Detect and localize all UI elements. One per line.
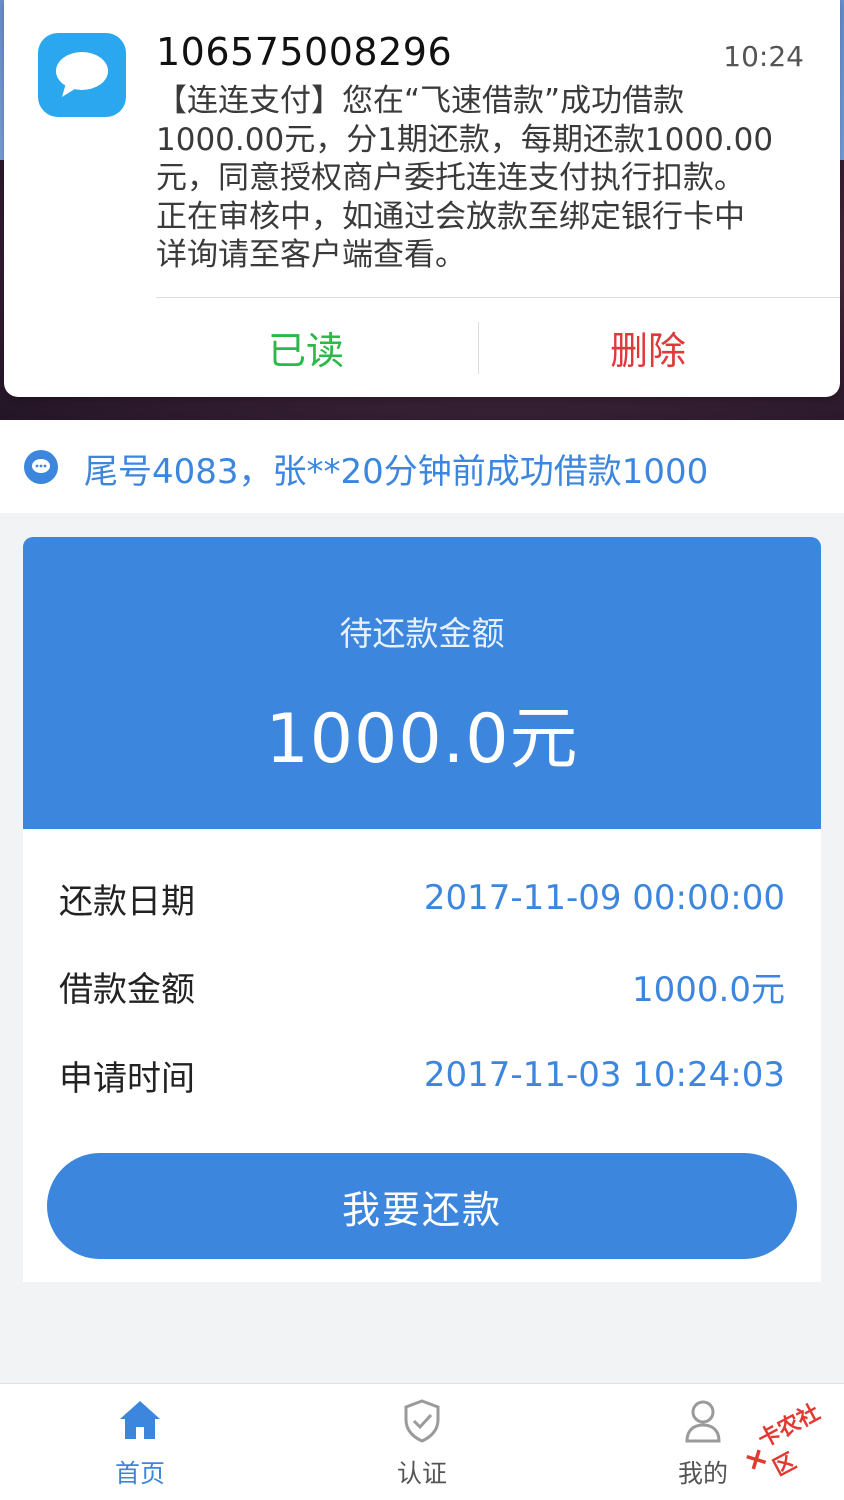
loan-amount-row: 借款金额 1000.0元 [59,961,785,1011]
mark-read-button[interactable]: 已读 [268,320,344,375]
apply-time-row: 申请时间 2017-11-03 10:24:03 [59,1050,785,1100]
sms-body: 【连连支付】您在“飞速借款”成功借款 1000.00元，分1期还款，每期还款10… [156,82,816,275]
row-value: 2017-11-03 10:24:03 [423,1055,785,1095]
sms-body-line: 1000.00元，分1期还款，每期还款1000.00 [156,121,774,158]
repay-button[interactable]: 我要还款 [47,1153,797,1259]
loan-notice-bar: 尾号4083，张**20分钟前成功借款1000 [0,420,844,513]
row-label: 还款日期 [59,881,195,922]
bottom-tab-bar: 首页 认证 我的 [0,1383,844,1500]
divider [478,322,479,374]
due-summary: 待还款金额 1000.0元 [23,537,821,829]
row-label: 借款金额 [59,969,195,1010]
tab-label: 首页 [114,1459,165,1488]
shield-check-icon [404,1399,440,1443]
user-icon [685,1400,721,1443]
tab-label: 认证 [396,1459,447,1488]
message-app-icon [38,33,126,117]
chat-bubble-icon [24,450,58,484]
notice-text: 尾号4083，张**20分钟前成功借款1000 [84,452,709,492]
due-amount-value: 1000.0元 [265,700,579,779]
repay-date-row: 还款日期 2017-11-09 00:00:00 [59,873,785,923]
tab-home[interactable]: 首页 [50,1384,230,1500]
row-value: 1000.0元 [632,969,785,1010]
tab-verify[interactable]: 认证 [332,1384,512,1500]
delete-button[interactable]: 删除 [610,320,686,375]
sms-body-line: 正在审核中，如通过会放款至绑定银行卡中 [156,198,745,235]
divider [156,297,840,298]
sms-time: 10:24 [723,40,804,73]
app-screen: 106575008296 10:24 【连连支付】您在“飞速借款”成功借款 10… [0,0,844,1500]
repayment-card: 待还款金额 1000.0元 还款日期 2017-11-09 00:00:00 借… [23,537,821,1282]
sms-sender: 106575008296 [156,30,453,74]
sms-body-line: 元，同意授权商户委托连连支付执行扣款。 [156,160,745,196]
home-icon [120,1401,160,1439]
sms-notification[interactable]: 106575008296 10:24 【连连支付】您在“飞速借款”成功借款 10… [4,0,840,397]
row-label: 申请时间 [59,1058,195,1099]
sms-body-line: 详询请至客户端查看。 [156,237,466,273]
row-value: 2017-11-09 00:00:00 [423,878,785,918]
due-amount-label: 待还款金额 [339,614,505,653]
sms-body-line: 【连连支付】您在“飞速借款”成功借款 [156,83,685,119]
